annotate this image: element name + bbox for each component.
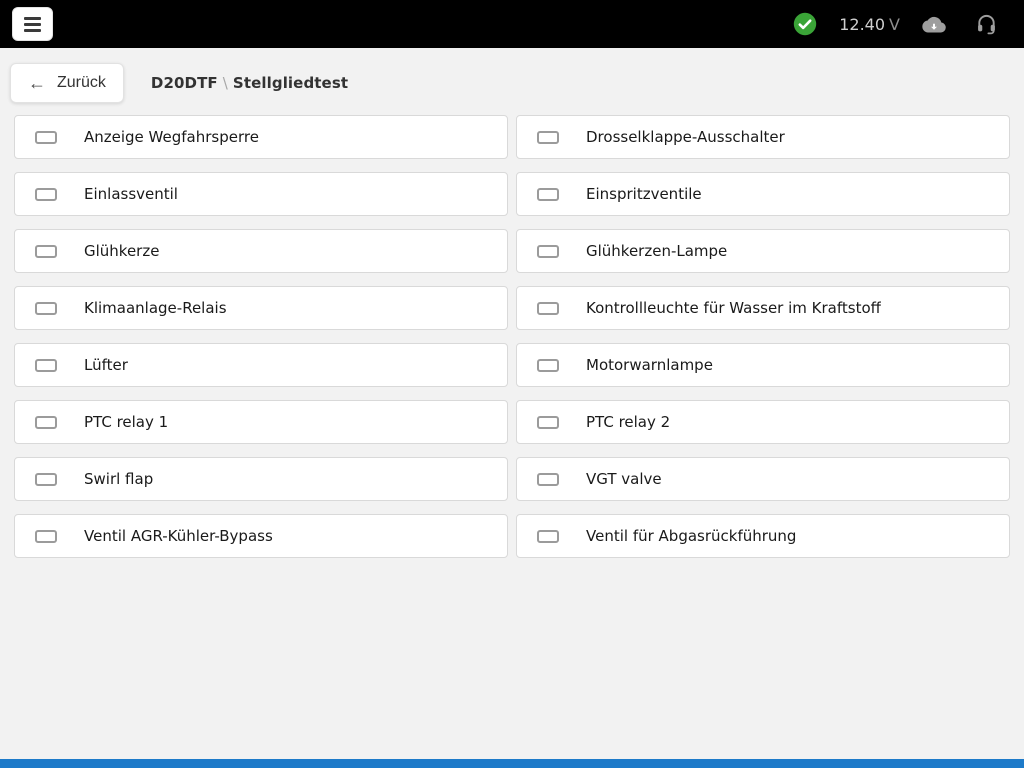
check-circle-icon xyxy=(793,12,817,36)
output-test-icon xyxy=(537,302,559,315)
actuator-test-item[interactable]: PTC relay 1 xyxy=(14,400,508,444)
output-test-icon xyxy=(35,245,57,258)
actuator-test-item-label: Anzeige Wegfahrsperre xyxy=(84,128,259,146)
actuator-test-item[interactable]: Glühkerzen-Lampe xyxy=(516,229,1010,273)
nav-row: ← Zurück D20DTF\Stellgliedtest xyxy=(0,63,1024,103)
back-button[interactable]: ← Zurück xyxy=(10,63,124,103)
actuator-test-item[interactable]: Swirl flap xyxy=(14,457,508,501)
output-test-icon xyxy=(35,473,57,486)
actuator-test-item-label: PTC relay 1 xyxy=(84,413,168,431)
output-test-icon xyxy=(35,188,57,201)
actuator-test-item-label: Drosselklappe-Ausschalter xyxy=(586,128,785,146)
actuator-test-list: Anzeige Wegfahrsperre Drosselklappe-Auss… xyxy=(14,115,1010,558)
actuator-test-item-label: Glühkerze xyxy=(84,242,159,260)
actuator-test-item[interactable]: Anzeige Wegfahrsperre xyxy=(14,115,508,159)
actuator-test-item-label: Motorwarnlampe xyxy=(586,356,713,374)
output-test-icon xyxy=(35,416,57,429)
actuator-test-item[interactable]: Kontrollleuchte für Wasser im Kraftstoff xyxy=(516,286,1010,330)
actuator-test-item[interactable]: Lüfter xyxy=(14,343,508,387)
actuator-test-item-label: Ventil für Abgasrückführung xyxy=(586,527,796,545)
back-arrow-icon: ← xyxy=(28,74,46,92)
breadcrumb-separator: \ xyxy=(218,74,233,92)
actuator-test-item-label: Einlassventil xyxy=(84,185,178,203)
actuator-test-item-label: Ventil AGR-Kühler-Bypass xyxy=(84,527,273,545)
output-test-icon xyxy=(537,416,559,429)
actuator-test-item[interactable]: PTC relay 2 xyxy=(516,400,1010,444)
headset-icon xyxy=(975,13,998,36)
actuator-test-item[interactable]: Glühkerze xyxy=(14,229,508,273)
battery-voltage: 12.40V xyxy=(839,15,900,34)
cloud-sync-icon xyxy=(922,16,946,33)
output-test-icon xyxy=(537,131,559,144)
hamburger-icon xyxy=(24,17,41,32)
support-button[interactable] xyxy=(975,13,998,36)
cloud-sync-button[interactable] xyxy=(922,16,946,33)
actuator-test-item-label: Einspritzventile xyxy=(586,185,702,203)
breadcrumb-device: D20DTF xyxy=(151,74,218,92)
actuator-test-item-label: VGT valve xyxy=(586,470,662,488)
output-test-icon xyxy=(537,245,559,258)
output-test-icon xyxy=(537,188,559,201)
output-test-icon xyxy=(35,359,57,372)
actuator-test-item[interactable]: VGT valve xyxy=(516,457,1010,501)
actuator-test-item-label: Swirl flap xyxy=(84,470,153,488)
back-button-label: Zurück xyxy=(57,74,106,92)
top-bar: 12.40V xyxy=(0,0,1024,48)
actuator-test-item[interactable]: Motorwarnlampe xyxy=(516,343,1010,387)
voltage-value: 12.40 xyxy=(839,15,885,34)
actuator-test-item-label: Kontrollleuchte für Wasser im Kraftstoff xyxy=(586,299,881,317)
actuator-test-item-label: Glühkerzen-Lampe xyxy=(586,242,727,260)
output-test-icon xyxy=(35,302,57,315)
breadcrumb: D20DTF\Stellgliedtest xyxy=(151,74,348,92)
actuator-test-item[interactable]: Einspritzventile xyxy=(516,172,1010,216)
menu-button[interactable] xyxy=(12,7,53,41)
output-test-icon xyxy=(537,473,559,486)
actuator-test-item[interactable]: Ventil AGR-Kühler-Bypass xyxy=(14,514,508,558)
actuator-test-item[interactable]: Ventil für Abgasrückführung xyxy=(516,514,1010,558)
breadcrumb-page: Stellgliedtest xyxy=(233,74,348,92)
output-test-icon xyxy=(35,530,57,543)
bottom-accent-bar xyxy=(0,759,1024,768)
actuator-test-item-label: PTC relay 2 xyxy=(586,413,670,431)
actuator-test-item-label: Lüfter xyxy=(84,356,128,374)
actuator-test-item[interactable]: Klimaanlage-Relais xyxy=(14,286,508,330)
output-test-icon xyxy=(537,359,559,372)
output-test-icon xyxy=(35,131,57,144)
actuator-test-item[interactable]: Einlassventil xyxy=(14,172,508,216)
actuator-test-item-label: Klimaanlage-Relais xyxy=(84,299,227,317)
voltage-unit: V xyxy=(889,15,900,34)
actuator-test-item[interactable]: Drosselklappe-Ausschalter xyxy=(516,115,1010,159)
output-test-icon xyxy=(537,530,559,543)
